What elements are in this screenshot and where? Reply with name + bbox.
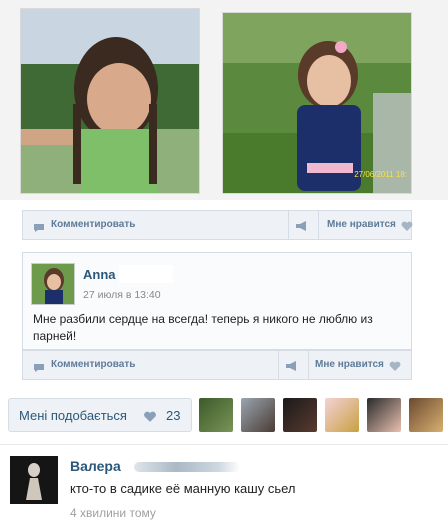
heart-icon[interactable]	[389, 359, 401, 377]
comment-card: Anna 27 июля в 13:40 Мне разбили сердце …	[22, 252, 412, 350]
photo-date-stamp: 27/06/2011 18:	[354, 170, 407, 179]
photo-girl-garden[interactable]: 27/06/2011 18:	[222, 12, 412, 194]
share-icon[interactable]	[295, 219, 309, 237]
bar-divider	[288, 211, 289, 239]
liker-avatar[interactable]	[409, 398, 443, 432]
photo-area: 27/06/2011 18:	[0, 0, 448, 200]
likes-count: 23	[166, 408, 181, 423]
post-action-bar: Комментировать Мне нравится	[22, 210, 413, 240]
comment-icon	[33, 220, 45, 238]
bar-divider	[308, 351, 309, 379]
comment-avatar[interactable]	[31, 263, 75, 305]
redacted-surname	[134, 462, 240, 472]
likes-label: Мені подобається	[19, 408, 127, 423]
comment-text: Мне разбили сердце на всегда! теперь я н…	[33, 312, 373, 343]
comment-icon	[33, 360, 45, 378]
comment-button[interactable]: Комментировать	[51, 359, 135, 370]
reply-avatar[interactable]	[10, 456, 58, 504]
like-button[interactable]: Мне нравится	[315, 359, 384, 370]
reply-time[interactable]: 4 хвилини тому	[70, 506, 156, 520]
heart-icon	[143, 410, 157, 428]
liker-avatar[interactable]	[367, 398, 401, 432]
share-icon[interactable]	[285, 359, 299, 377]
heart-icon[interactable]	[401, 219, 413, 237]
comment-date[interactable]: 27 июля в 13:40	[83, 289, 161, 301]
redacted-surname	[119, 265, 173, 283]
photo-girl-braids[interactable]	[20, 8, 200, 194]
likes-button[interactable]: Мені подобається 23	[8, 398, 192, 432]
comment-action-bar: Комментировать Мне нравится	[22, 350, 412, 380]
reply-author[interactable]: Валера	[70, 458, 121, 474]
comment-author[interactable]: Anna	[83, 267, 116, 282]
liker-avatar[interactable]	[283, 398, 317, 432]
reply-text: кто-то в садике её манную кашу сьел	[70, 481, 296, 496]
liker-avatar[interactable]	[325, 398, 359, 432]
liker-avatar[interactable]	[199, 398, 233, 432]
liker-avatar[interactable]	[241, 398, 275, 432]
like-button[interactable]: Мне нравится	[327, 219, 396, 230]
bar-divider	[278, 351, 279, 379]
comment-button[interactable]: Комментировать	[51, 219, 135, 230]
divider	[0, 444, 448, 445]
bar-divider	[318, 211, 319, 239]
